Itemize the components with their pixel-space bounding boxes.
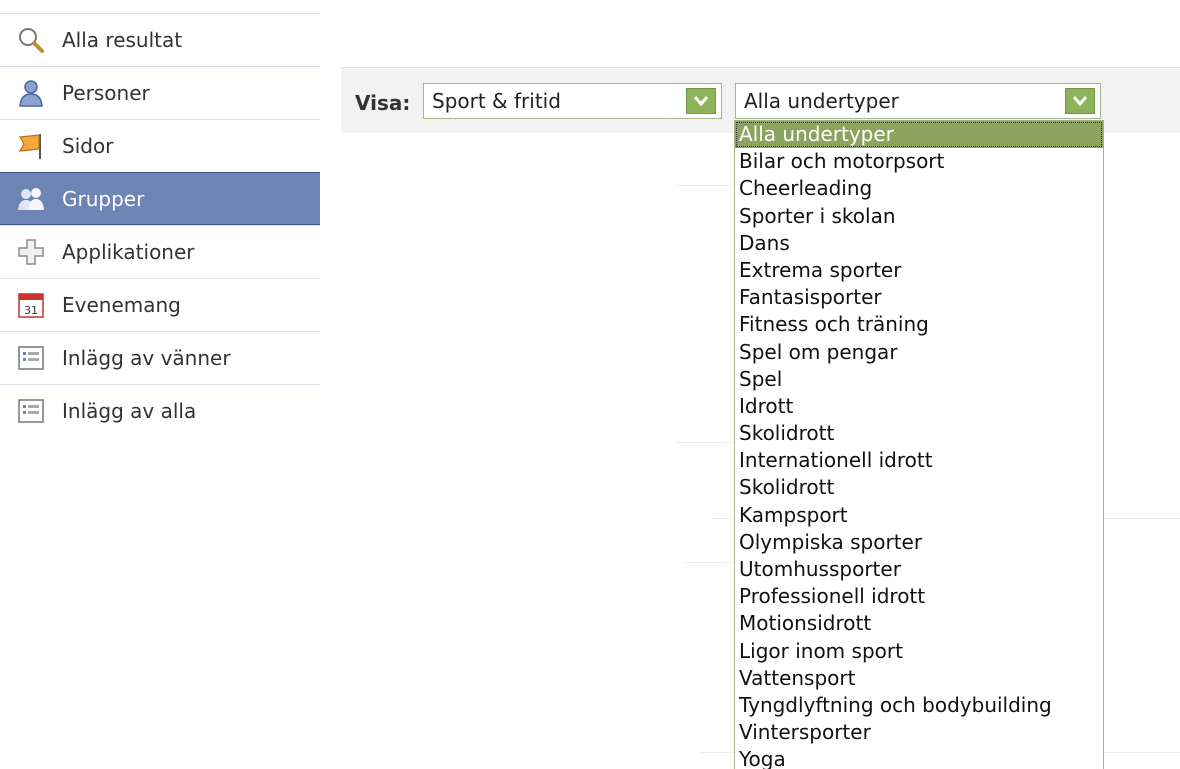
dropdown-option[interactable]: Cheerleading <box>735 175 1103 202</box>
sidebar-item-label: Alla resultat <box>62 28 183 52</box>
content-divider <box>675 442 735 443</box>
dropdown-option[interactable]: Sporter i skolan <box>735 203 1103 230</box>
sidebar-item-label: Evenemang <box>62 293 181 317</box>
sidebar-item-inlagg-av-vanner[interactable]: Inlägg av vänner <box>0 331 320 384</box>
sidebar-item-alla-resultat[interactable]: Alla resultat <box>0 13 320 66</box>
sidebar-item-sidor[interactable]: Sidor <box>0 119 320 172</box>
content-divider <box>675 185 735 186</box>
dropdown-option[interactable]: Skolidrott <box>735 420 1103 447</box>
dropdown-option[interactable]: Internationell idrott <box>735 447 1103 474</box>
dropdown-option[interactable]: Kampsport <box>735 502 1103 529</box>
subtype-select[interactable]: Alla undertyper <box>735 83 1101 119</box>
dropdown-option[interactable]: Alla undertyper <box>735 121 1103 149</box>
dropdown-option[interactable]: Spel <box>735 366 1103 393</box>
sidebar-item-label: Applikationer <box>62 240 195 264</box>
puzzle-icon <box>16 237 46 267</box>
sidebar-item-label: Personer <box>62 81 150 105</box>
dropdown-option[interactable]: Fantasisporter <box>735 284 1103 311</box>
dropdown-option[interactable]: Skolidrott <box>735 474 1103 501</box>
sidebar-item-label: Inlägg av vänner <box>62 346 231 370</box>
dropdown-option[interactable]: Utomhussporter <box>735 556 1103 583</box>
dropdown-option[interactable]: Olympiska sporter <box>735 529 1103 556</box>
dropdown-option[interactable]: Yoga <box>735 746 1103 769</box>
list-icon <box>16 396 46 426</box>
sidebar-item-label: Grupper <box>62 186 145 211</box>
chevron-down-icon[interactable] <box>686 88 716 114</box>
subtype-select-value: Alla undertyper <box>744 89 899 113</box>
dropdown-option[interactable]: Dans <box>735 230 1103 257</box>
visa-label: Visa: <box>355 91 411 115</box>
dropdown-option[interactable]: Extrema sporter <box>735 257 1103 284</box>
dropdown-option[interactable]: Tyngdlyftning och bodybuilding <box>735 692 1103 719</box>
dropdown-option[interactable]: Spel om pengar <box>735 339 1103 366</box>
sidebar-item-evenemang[interactable]: 31 Evenemang <box>0 278 320 331</box>
dropdown-option[interactable]: Fitness och träning <box>735 311 1103 338</box>
subtype-dropdown-list[interactable]: Alla undertyper Bilar och motorpsort Che… <box>734 120 1104 769</box>
dropdown-option[interactable]: Professionell idrott <box>735 583 1103 610</box>
flag-icon <box>16 131 46 161</box>
sidebar-item-personer[interactable]: Personer <box>0 66 320 119</box>
category-select-value: Sport & fritid <box>432 89 561 113</box>
calendar-day-text: 31 <box>24 304 38 317</box>
content-divider <box>686 562 736 563</box>
dropdown-option[interactable]: Motionsidrott <box>735 610 1103 637</box>
group-icon <box>16 184 46 214</box>
calendar-icon: 31 <box>16 290 46 320</box>
person-icon <box>16 78 46 108</box>
dropdown-option[interactable]: Vattensport <box>735 665 1103 692</box>
sidebar-item-label: Inlägg av alla <box>62 399 197 423</box>
dropdown-option[interactable]: Vintersporter <box>735 719 1103 746</box>
sidebar-item-applikationer[interactable]: Applikationer <box>0 225 320 278</box>
dropdown-option[interactable]: Bilar och motorpsort <box>735 148 1103 175</box>
category-select[interactable]: Sport & fritid <box>423 83 722 119</box>
search-icon <box>16 25 46 55</box>
list-icon <box>16 343 46 373</box>
sidebar-item-label: Sidor <box>62 134 114 158</box>
chevron-down-icon[interactable] <box>1065 88 1095 114</box>
sidebar-item-inlagg-av-alla[interactable]: Inlägg av alla <box>0 384 320 437</box>
sidebar-item-grupper[interactable]: Grupper <box>0 172 320 225</box>
dropdown-option[interactable]: Ligor inom sport <box>735 638 1103 665</box>
search-filter-sidebar: Alla resultat Personer Sidor Grupper App… <box>0 13 320 437</box>
dropdown-option[interactable]: Idrott <box>735 393 1103 420</box>
